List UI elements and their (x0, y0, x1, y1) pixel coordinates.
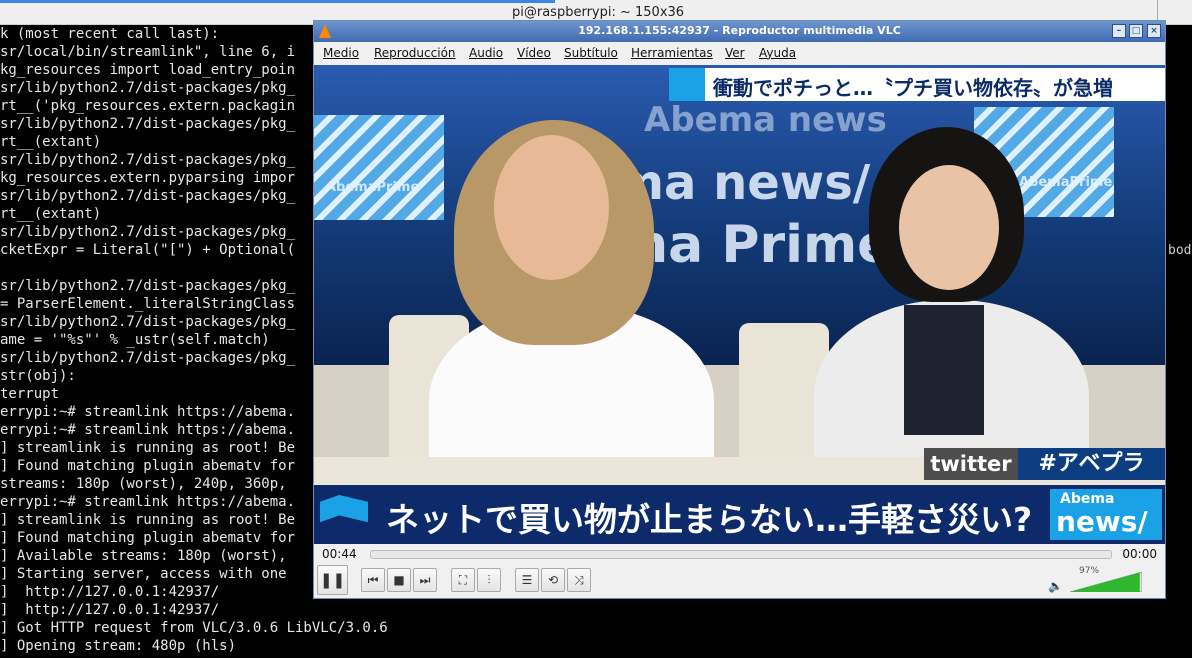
person-left-face (494, 135, 609, 280)
previous-button[interactable]: ⏮ (361, 568, 385, 592)
hashtag-label: #アベプラ (1018, 448, 1165, 480)
menu-audio[interactable]: Audio (469, 46, 503, 60)
playlist-button[interactable]: ☰ (515, 568, 539, 592)
twitter-label: twitter (924, 448, 1018, 480)
video-area[interactable]: ma news/ ma Prime Abema news AbemaPrime … (314, 65, 1165, 544)
titlebar-separator (1157, 0, 1158, 22)
minimize-button[interactable]: – (1112, 24, 1126, 38)
terminal-right-fragment: bod (1168, 243, 1192, 258)
top-banner-text: 衝動でポチっと…〝プチ買い物依存〟が急増 (713, 76, 1113, 100)
terminal-line: ] Opening stream: 480p (hls) (0, 638, 237, 654)
set-text-news: ma news/ (614, 155, 871, 211)
terminal-line: ] Got HTTP request from VLC/3.0.6 LibVLC… (0, 620, 388, 636)
terminal-line: ] http://127.0.0.1:42937/ (0, 602, 220, 618)
terminal-title: pi@raspberrypi: ~ 150x36 (512, 5, 685, 20)
vlc-menubar: Medio Reproducción Audio Vídeo Subtítulo… (314, 42, 1165, 65)
extended-settings-button[interactable]: ⫶ (477, 568, 501, 592)
menu-ver[interactable]: Ver (725, 46, 745, 60)
loop-button[interactable]: ⟲ (541, 568, 565, 592)
maximize-button[interactable]: □ (1129, 24, 1143, 38)
person-right-top (904, 305, 984, 435)
seek-slider[interactable] (370, 550, 1112, 559)
set-text-abema-news: Abema news (644, 100, 887, 140)
twitter-hashtag-badge: twitter #アベプラ (924, 448, 1165, 480)
vlc-window[interactable]: 192.168.1.155:42937 - Reproductor multim… (313, 20, 1166, 599)
vlc-titlebar[interactable]: 192.168.1.155:42937 - Reproductor multim… (314, 21, 1165, 42)
abema-news-logo: Abema news/ (1050, 489, 1162, 540)
studio-panel-left (314, 115, 444, 220)
set-text-prime: ma Prime (614, 215, 893, 275)
menu-video[interactable]: Vídeo (517, 46, 551, 60)
menu-medio[interactable]: Medio (323, 46, 359, 60)
set-logo-left: AbemaPrime (326, 180, 420, 195)
elapsed-time[interactable]: 00:44 (322, 547, 357, 561)
menu-herramientas[interactable]: Herramientas (631, 46, 713, 60)
flag-icon (320, 495, 368, 523)
shuffle-button[interactable]: ⤨ (567, 568, 591, 592)
logo-line-2: news/ (1056, 505, 1148, 538)
volume-slider[interactable] (1070, 572, 1142, 592)
total-time[interactable]: 00:00 (1122, 547, 1157, 561)
lower-third-flag-box (314, 485, 374, 544)
top-news-banner: 衝動でポチっと…〝プチ買い物依存〟が急増 (669, 68, 1165, 101)
close-button[interactable]: × (1147, 24, 1161, 38)
person-right-face (899, 165, 999, 290)
menu-ayuda[interactable]: Ayuda (759, 46, 796, 60)
lower-third-text: ネットで買い物が止まらない…手軽さ災い? (386, 500, 1033, 539)
controls-row: ❚❚ ⏮ ■ ⏭ ⛶ ⫶ ☰ ⟲ ⤨ 🔈 97% (314, 564, 1165, 598)
menu-reproduccion[interactable]: Reproducción (374, 46, 456, 60)
lower-third-caption: ネットで買い物が止まらない…手軽さ災い? Abema news/ (314, 485, 1165, 544)
seek-row: 00:44 00:00 (314, 544, 1165, 564)
set-logo-right: AbemaPrime (1019, 175, 1113, 190)
vlc-window-title: 192.168.1.155:42937 - Reproductor multim… (578, 24, 901, 37)
menu-subtitulo[interactable]: Subtítulo (564, 46, 618, 60)
pause-button[interactable]: ❚❚ (317, 565, 348, 595)
stop-button[interactable]: ■ (387, 568, 411, 592)
fullscreen-button[interactable]: ⛶ (451, 568, 475, 592)
banner-flag-icon (669, 68, 705, 101)
next-button[interactable]: ⏭ (413, 568, 437, 592)
active-tab-highlight (0, 0, 555, 3)
speaker-icon[interactable]: 🔈 (1048, 579, 1063, 593)
